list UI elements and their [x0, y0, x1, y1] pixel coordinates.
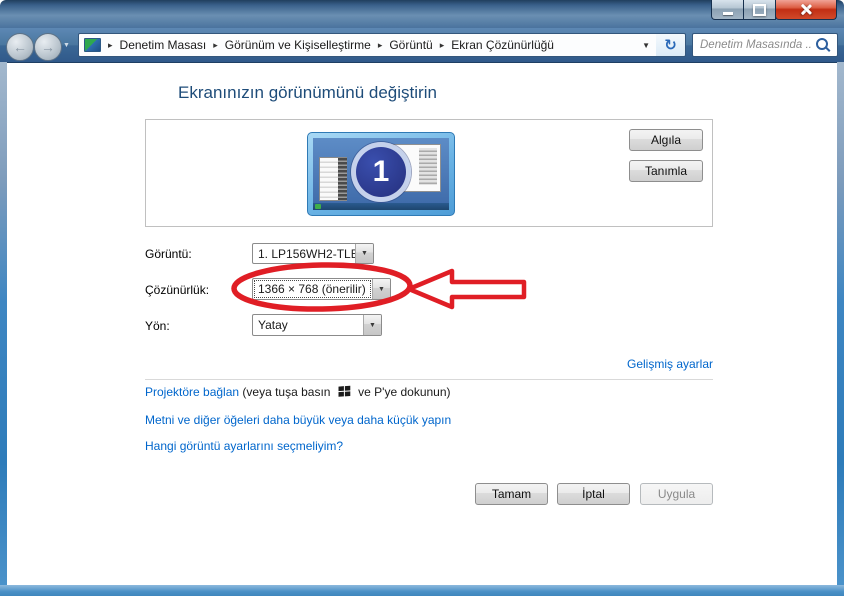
window-controls	[712, 0, 837, 20]
display-dropdown-value: 1. LP156WH2-TLE1	[253, 244, 355, 263]
section-divider	[145, 379, 713, 380]
cancel-button[interactable]: İptal	[557, 483, 630, 505]
monitor-preview[interactable]: 1	[307, 132, 455, 216]
apply-button[interactable]: Uygula	[640, 483, 713, 505]
projector-hint-after: ve P'ye dokunun)	[358, 385, 450, 399]
search-input[interactable]	[693, 39, 812, 51]
page-title: Ekranınızın görünümünü değiştirin	[178, 83, 437, 103]
breadcrumb-separator-icon: ▸	[433, 40, 452, 51]
text-size-link[interactable]: Metni ve diğer öğeleri daha büyük veya d…	[145, 413, 451, 427]
advanced-settings-link[interactable]: Gelişmiş ayarlar	[627, 357, 713, 371]
window-frame-bottom	[0, 585, 844, 596]
window-frame-left	[0, 62, 7, 596]
resolution-dropdown-value: 1366 × 768 (önerilir)	[253, 279, 372, 299]
chevron-down-icon[interactable]: ▼	[355, 244, 373, 263]
orientation-field-label: Yön:	[145, 319, 170, 333]
minimize-button[interactable]	[711, 0, 744, 20]
maximize-button[interactable]	[743, 0, 776, 20]
connect-projector-link[interactable]: Projektöre bağlan	[145, 385, 239, 399]
start-button-thumbnail	[315, 204, 321, 209]
which-settings-help-link[interactable]: Hangi görüntü ayarlarını seçmeliyim?	[145, 439, 343, 453]
resolution-field-label: Çözünürlük:	[145, 283, 209, 297]
detect-button[interactable]: Algıla	[629, 129, 703, 151]
close-icon	[800, 3, 813, 16]
orientation-dropdown-value: Yatay	[253, 315, 363, 335]
search-box	[692, 33, 838, 57]
display-settings-icon	[84, 38, 101, 52]
monitor-preview-box: 1 Algıla Tanımla	[145, 119, 713, 227]
chevron-down-icon[interactable]: ▼	[363, 315, 381, 335]
breadcrumb-separator-icon: ▸	[371, 40, 390, 51]
back-icon: ←	[13, 39, 27, 55]
desktop-taskbar-thumbnail	[313, 203, 449, 210]
breadcrumb[interactable]: ▸ Denetim Masası ▸ Görünüm ve Kişiselleş…	[78, 33, 657, 57]
refresh-button[interactable]: ↻	[656, 33, 686, 57]
projector-hint-before: (veya tuşa basın	[242, 385, 330, 399]
breadcrumb-item-screen-resolution[interactable]: Ekran Çözünürlüğü	[451, 38, 554, 52]
search-icon[interactable]	[816, 38, 828, 50]
breadcrumb-item-display[interactable]: Görüntü	[389, 38, 432, 52]
minimize-icon	[723, 12, 733, 15]
orientation-dropdown[interactable]: Yatay ▼	[252, 314, 382, 336]
annotation-red-arrow	[406, 268, 532, 312]
desktop-window-thumbnail-left	[319, 157, 347, 201]
refresh-icon: ↻	[664, 36, 677, 54]
monitor-number: 1	[373, 155, 390, 189]
back-button[interactable]: ←	[6, 33, 34, 61]
display-field-label: Görüntü:	[145, 247, 192, 261]
address-dropdown-icon[interactable]: ▼	[642, 41, 650, 50]
breadcrumb-item-appearance[interactable]: Görünüm ve Kişiselleştirme	[225, 38, 371, 52]
windows-key-icon	[338, 385, 351, 398]
resolution-dropdown[interactable]: 1366 × 768 (önerilir) ▼	[252, 278, 391, 300]
window-frame-right	[837, 62, 844, 596]
projector-line: Projektöre bağlan (veya tuşa basın ve P'…	[145, 385, 451, 399]
navigation-bar: ← → ▼ ▸ Denetim Masası ▸ Görünüm ve Kişi…	[0, 28, 844, 62]
history-dropdown-icon[interactable]: ▼	[63, 42, 70, 49]
identify-button[interactable]: Tanımla	[629, 160, 703, 182]
breadcrumb-separator-icon: ▸	[206, 40, 225, 51]
breadcrumb-separator-icon: ▸	[101, 40, 120, 51]
ok-button[interactable]: Tamam	[475, 483, 548, 505]
content-area: Ekranınızın görünümünü değiştirin 1 Algı…	[7, 62, 837, 585]
display-dropdown[interactable]: 1. LP156WH2-TLE1 ▼	[252, 243, 374, 264]
maximize-icon	[753, 4, 766, 16]
forward-icon: →	[41, 39, 55, 55]
monitor-number-badge: 1	[351, 142, 411, 202]
forward-button[interactable]: →	[34, 33, 62, 61]
breadcrumb-item-control-panel[interactable]: Denetim Masası	[120, 38, 207, 52]
monitor-screen: 1	[313, 138, 449, 210]
screen-resolution-window: ← → ▼ ▸ Denetim Masası ▸ Görünüm ve Kişi…	[0, 0, 844, 596]
close-button[interactable]	[775, 0, 837, 20]
chevron-down-icon[interactable]: ▼	[372, 279, 390, 299]
